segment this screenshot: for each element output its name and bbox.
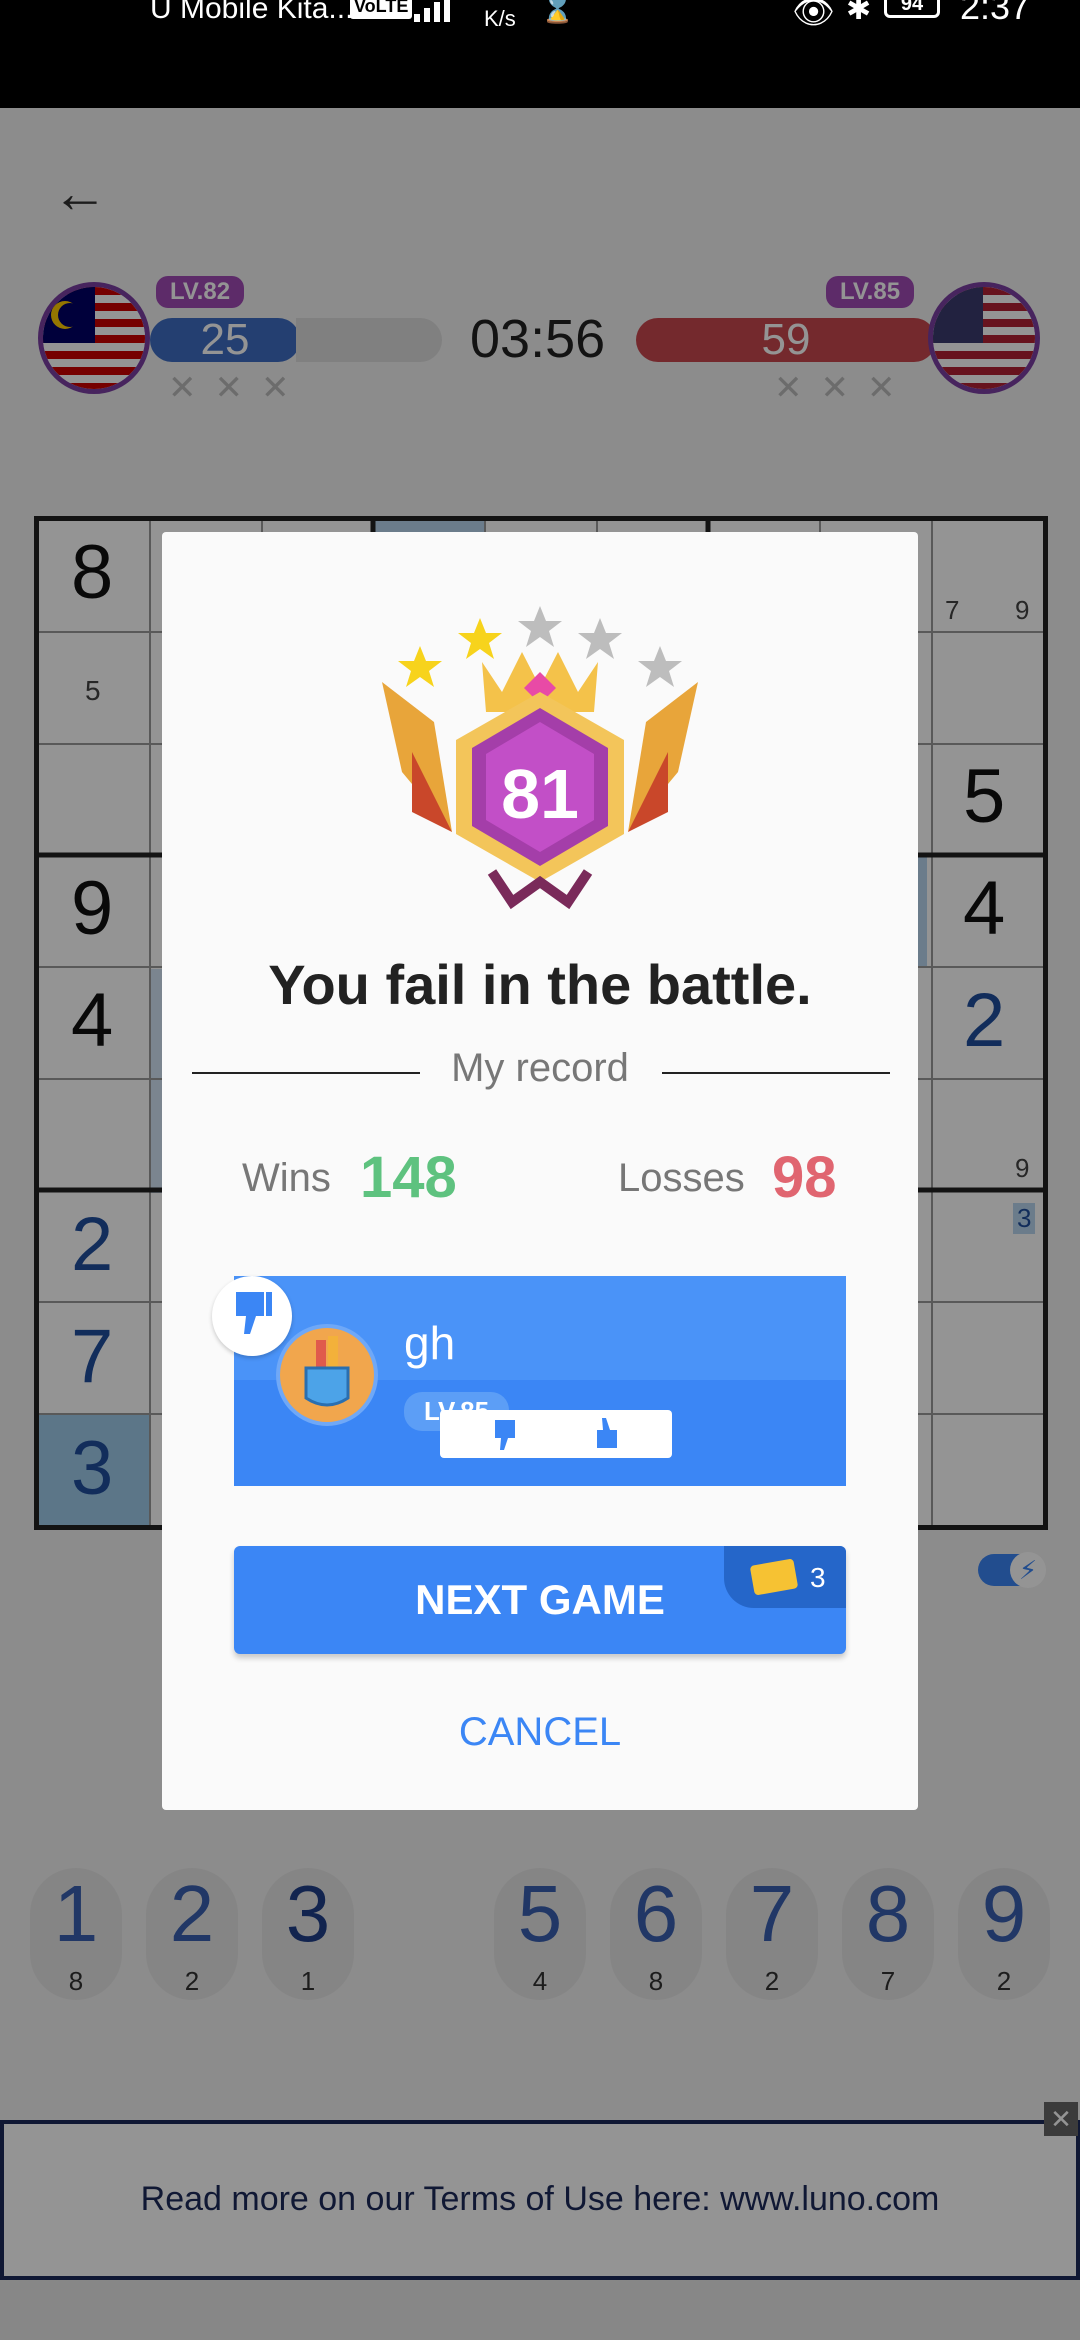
signal-icon xyxy=(414,0,450,22)
badge-level: 81 xyxy=(501,755,579,833)
battle-result-dialog: 81 You fail in the battle. My record Win… xyxy=(162,532,918,1810)
opponent-card: gh LV.85 xyxy=(234,1276,846,1486)
status-bar: U Mobile Kita... VoLTE K/s ⌛ 👁 ✱ 94 2:37 xyxy=(0,0,1080,108)
divider xyxy=(662,1072,890,1074)
result-message: You fail in the battle. xyxy=(268,953,812,1016)
thumbs-down-icon xyxy=(212,1276,292,1356)
level-badge-icon xyxy=(382,606,698,910)
clock: 2:37 xyxy=(960,0,1031,27)
ticket-cost: 3 xyxy=(724,1546,846,1608)
next-game-button[interactable]: NEXT GAME 3 xyxy=(234,1546,846,1654)
wins-label: Wins xyxy=(242,1156,331,1200)
battery-icon: 94 xyxy=(884,0,940,18)
bluetooth-icon: ✱ xyxy=(846,0,872,26)
thumbs-up-icon xyxy=(597,1418,617,1448)
ticket-count: 3 xyxy=(810,1562,826,1593)
opponent-name: gh xyxy=(404,1317,456,1369)
eye-icon: 👁 xyxy=(792,0,836,31)
carrier-label: U Mobile Kita... xyxy=(150,0,354,25)
losses-value: 98 xyxy=(772,1145,837,1210)
cancel-button[interactable]: CANCEL xyxy=(162,1710,918,1755)
record-title: My record xyxy=(451,1046,629,1090)
like-button[interactable] xyxy=(542,1410,672,1458)
pencil-pocket-icon xyxy=(304,1336,350,1407)
losses-label: Losses xyxy=(618,1156,745,1200)
hourglass-icon: ⌛ xyxy=(540,0,575,24)
ticket-icon xyxy=(749,1558,799,1596)
volte-icon: VoLTE xyxy=(350,0,413,19)
network-speed-unit: K/s xyxy=(484,6,516,31)
wins-value: 148 xyxy=(360,1145,457,1210)
